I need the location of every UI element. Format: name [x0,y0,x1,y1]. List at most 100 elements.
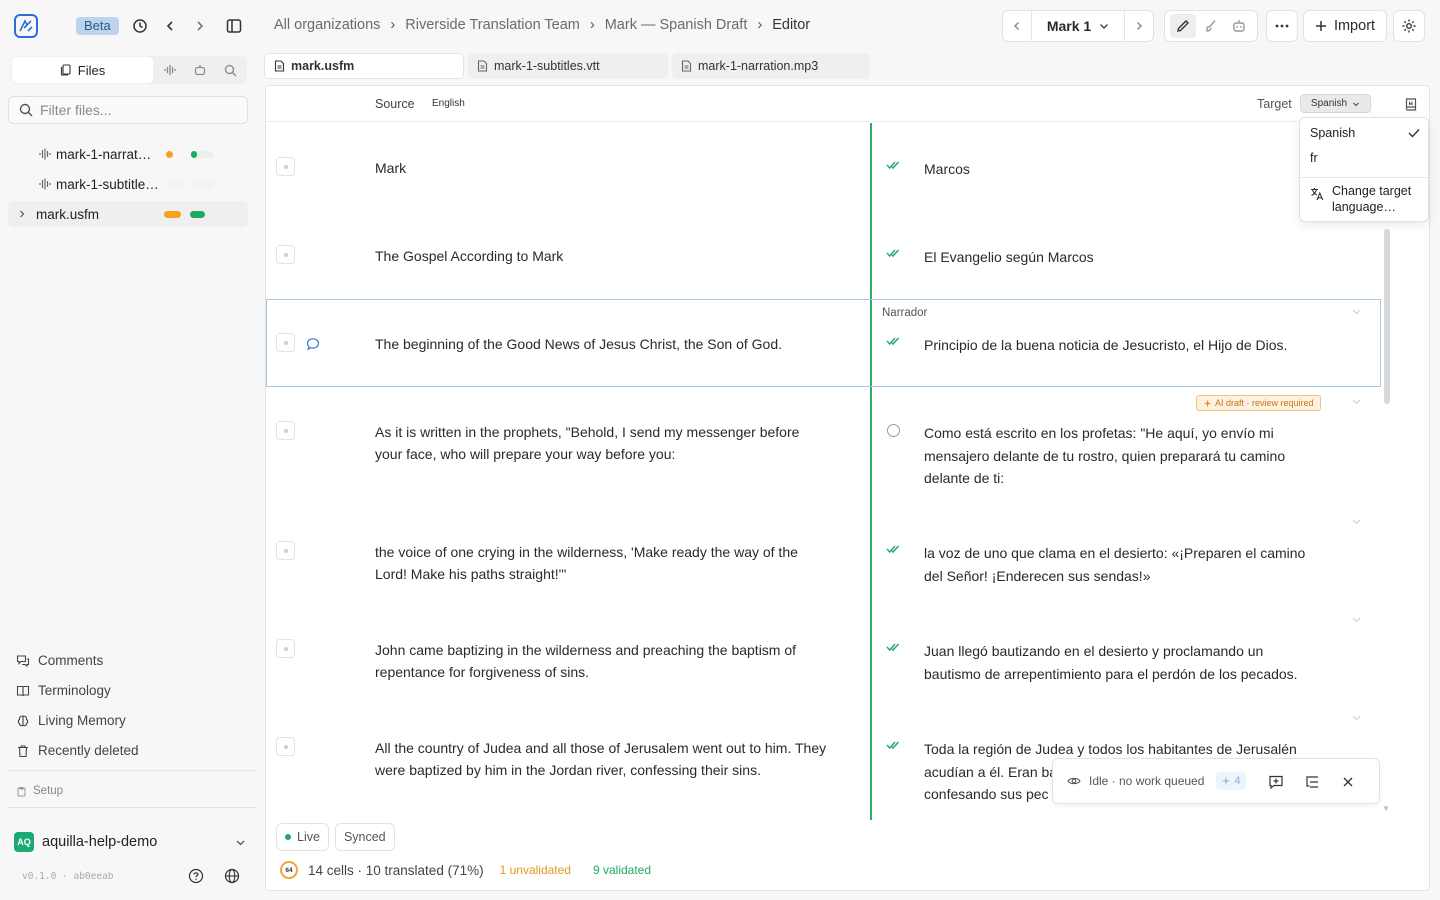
target-text[interactable]: El Evangelio según Marcos [924,246,1324,269]
close-button[interactable] [1338,772,1358,792]
chevron-down-icon[interactable] [1352,617,1361,623]
reference-book-icon[interactable] [1404,97,1418,112]
more-options-button[interactable] [1266,10,1298,42]
brush-icon [1206,20,1216,32]
prev-chapter-button[interactable] [1003,11,1031,41]
import-button[interactable]: Import [1303,10,1387,42]
breadcrumb-project[interactable]: Mark — Spanish Draft [605,17,748,33]
app-logo-icon[interactable] [14,14,38,38]
file-tab-label: mark-1-subtitles.vtt [494,59,600,73]
unvalidated-count[interactable]: 1 unvalidated [494,863,577,877]
row-handle[interactable] [276,639,295,658]
unvalidated-circle-icon[interactable] [887,424,900,437]
target-text[interactable]: la voz de uno que clama en el desierto: … [924,542,1324,587]
brush-mode-button[interactable] [1198,14,1224,38]
change-target-language-item[interactable]: Change target language… [1310,183,1416,215]
scroll-down-arrow-icon[interactable]: ▼ [1382,804,1390,813]
validated-check-icon[interactable] [886,336,901,346]
row-handle[interactable] [276,421,295,440]
table-row[interactable]: The Gospel According to Mark El Evangeli… [266,211,1381,299]
back-icon[interactable] [160,16,180,36]
live-status-label: Live [297,830,320,844]
editor-panel: Source English Target Spanish Narrador A… [265,85,1430,891]
row-handle[interactable] [276,157,295,176]
sidebar-item-living-memory[interactable]: Living Memory [16,713,126,728]
sidebar-item-recently-deleted[interactable]: Recently deleted [16,743,139,758]
file-item-narration[interactable]: mark-1-narratio… [8,141,248,167]
avatar: AQ [14,832,34,852]
validated-check-icon[interactable] [886,160,901,170]
language-option-spanish[interactable]: Spanish [1310,126,1420,140]
target-text[interactable]: Marcos [924,158,1324,181]
tab-search[interactable] [222,62,238,78]
waveform-icon [39,148,51,160]
breadcrumb-organizations[interactable]: All organizations [274,17,380,33]
breadcrumb-team[interactable]: Riverside Translation Team [405,17,580,33]
globe-icon[interactable] [223,867,241,885]
target-text[interactable]: Juan llegó bautizando en el desierto y p… [924,640,1324,685]
language-option-fr[interactable]: fr [1310,151,1318,165]
table-row[interactable]: John came baptizing in the wilderness an… [266,605,1381,703]
file-tab-label: mark.usfm [291,59,355,73]
outline-button[interactable] [1302,772,1322,792]
account-switcher[interactable]: AQ aquilla-help-demo [14,830,246,854]
settings-button[interactable] [1393,10,1425,42]
pencil-icon [1177,20,1189,32]
file-item-usfm[interactable]: mark.usfm [8,201,248,227]
file-item-subtitles[interactable]: mark-1-subtitles… [8,171,248,197]
forward-icon[interactable] [190,16,210,36]
table-row[interactable]: As it is written in the prophets, "Behol… [266,387,1381,507]
chevron-down-icon[interactable] [1352,715,1361,721]
chevron-down-icon[interactable] [1352,519,1361,525]
edit-mode-button[interactable] [1170,14,1196,38]
history-icon[interactable] [130,16,150,36]
search-icon [19,103,33,117]
tab-audio[interactable] [162,62,178,78]
clipboard-icon [17,786,26,796]
chevron-down-icon[interactable] [1352,309,1361,315]
gear-icon [1402,19,1416,33]
validated-check-icon[interactable] [886,248,901,258]
ai-mode-button[interactable] [1226,14,1252,38]
progress-bar-validated [190,211,205,218]
file-icon [274,60,285,72]
source-text: As it is written in the prophets, "Behol… [375,424,800,462]
file-tab-subtitles[interactable]: mark-1-subtitles.vtt [468,53,668,79]
target-language-value: Spanish [1310,98,1348,109]
tab-ai[interactable] [192,62,208,78]
file-tab-usfm[interactable]: mark.usfm [264,53,464,79]
row-handle[interactable] [276,245,295,264]
chevron-down-icon[interactable] [1352,399,1361,405]
setup-link[interactable]: Setup [16,785,63,797]
scrollbar-thumb[interactable] [1384,229,1390,404]
target-text[interactable]: Principio de la buena noticia de Jesucri… [924,334,1324,357]
breadcrumb-current: Editor [772,17,811,33]
row-handle[interactable] [276,333,295,352]
chapter-select[interactable]: Mark 1 [1031,11,1125,41]
table-row[interactable]: Mark Marcos [266,123,1381,211]
validated-check-icon[interactable] [886,740,901,750]
file-tab-narration[interactable]: mark-1-narration.mp3 [672,53,870,79]
sidebar-item-comments[interactable]: Comments [16,653,103,668]
table-row[interactable]: the voice of one crying in the wildernes… [266,507,1381,605]
chevron-down-icon [1353,102,1359,106]
table-row[interactable]: The beginning of the Good News of Jesus … [266,299,1381,387]
validated-check-icon[interactable] [886,544,901,554]
help-icon[interactable] [187,867,205,885]
target-text[interactable]: Como está escrito en los profetas: "He a… [924,422,1324,490]
filter-files-input[interactable] [40,102,230,118]
target-text-line: confesando sus pec [924,786,1049,802]
validated-check-icon[interactable] [886,642,901,652]
sidebar-item-terminology[interactable]: Terminology [16,683,111,698]
row-handle[interactable] [276,541,295,560]
validated-count[interactable]: 9 validated [587,863,657,877]
tab-files[interactable]: Files [12,57,153,83]
live-dot-icon [285,834,291,840]
add-comment-button[interactable] [1266,772,1286,792]
row-handle[interactable] [276,737,295,756]
change-target-language-label: Change target language… [1332,184,1412,214]
toggle-sidebar-icon[interactable] [224,16,244,36]
target-language-select[interactable]: Spanish [1300,94,1371,113]
chapter-select-label: Mark 1 [1046,18,1092,34]
next-chapter-button[interactable] [1125,11,1153,41]
